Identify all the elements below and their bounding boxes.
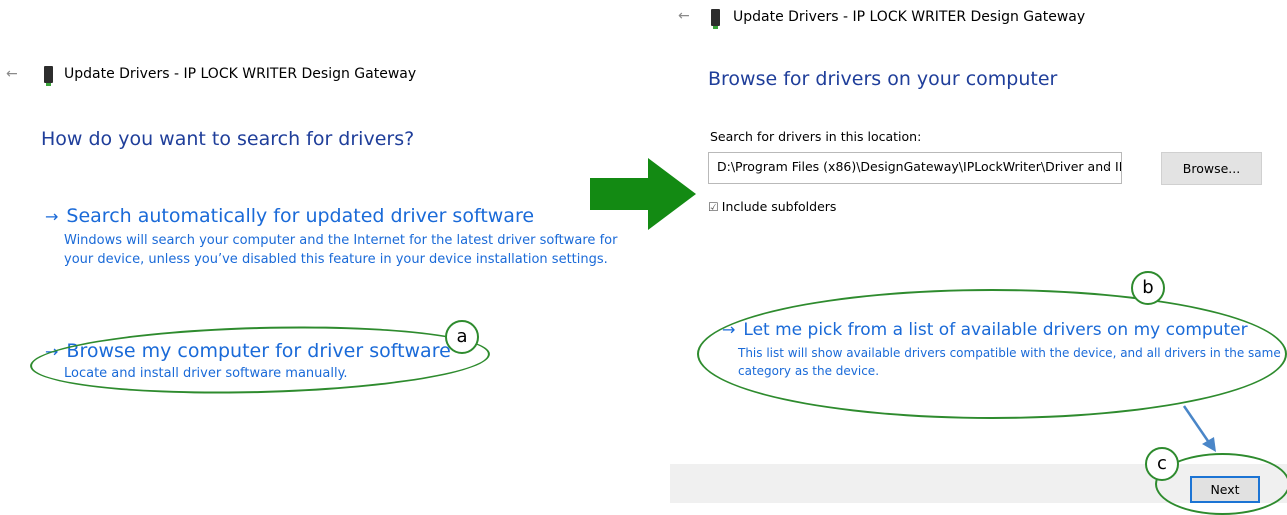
window-title: Update Drivers - IP LOCK WRITER Design G… (733, 9, 1086, 25)
driver-path-value: D:\Program Files (x86)\DesignGateway\IPL… (717, 159, 1122, 174)
green-right-arrow-icon (590, 158, 696, 230)
annotation-badge-c: c (1145, 447, 1179, 481)
include-subfolders-label: Include subfolders (721, 199, 837, 214)
option-title-text: Search automatically for updated driver … (66, 205, 535, 227)
annotation-badge-a: a (445, 320, 479, 354)
annotation-ellipse-a (29, 320, 491, 400)
driver-path-combobox[interactable]: D:\Program Files (x86)\DesignGateway\IPL… (708, 152, 1122, 184)
annotation-ellipse-b (697, 289, 1287, 419)
chevron-down-icon[interactable]: ⌄ (1104, 161, 1112, 172)
include-subfolders-checkbox[interactable]: ☑ Include subfolders (708, 196, 836, 215)
page-heading: How do you want to search for drivers? (41, 128, 415, 150)
window-title: Update Drivers - IP LOCK WRITER Design G… (64, 66, 417, 82)
browse-button[interactable]: Browse... (1161, 152, 1262, 185)
annotation-badge-b: b (1131, 271, 1165, 305)
search-automatically-option[interactable]: → Search automatically for updated driver… (45, 205, 635, 269)
option-description: Windows will search your computer and th… (64, 233, 618, 267)
right-arrow-icon: → (45, 207, 59, 226)
back-arrow-icon[interactable]: ← (678, 8, 690, 24)
pointer-arrow-icon (1182, 405, 1216, 452)
option-title[interactable]: → Search automatically for updated driver… (45, 205, 635, 227)
page-heading: Browse for drivers on your computer (708, 68, 1058, 90)
device-icon (44, 66, 53, 86)
back-arrow-icon[interactable]: ← (6, 66, 18, 82)
search-location-label: Search for drivers in this location: (710, 129, 922, 144)
checkbox-checked-icon[interactable]: ☑ (708, 200, 719, 214)
device-icon (711, 9, 720, 29)
